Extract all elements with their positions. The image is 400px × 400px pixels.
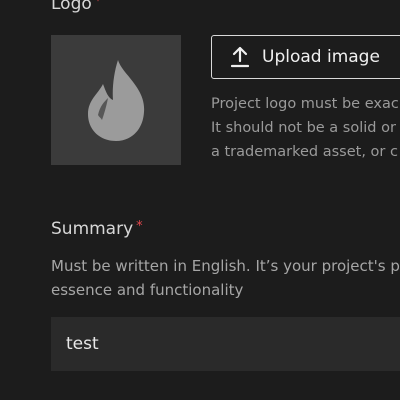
summary-input[interactable] [51,317,400,371]
summary-help-line: essence and functionality [51,281,244,299]
required-asterisk: * [136,219,143,234]
summary-label-text: Summary [51,219,134,239]
upload-image-label: Upload image [262,47,380,67]
summary-help-text: Must be written in English. It’s your pr… [51,254,400,302]
upload-icon [231,46,249,68]
summary-field-label: Summary * [51,219,143,239]
logo-help-line: It should not be a solid or [211,120,396,136]
logo-preview [51,35,181,165]
logo-help-line: a trademarked asset, or c [211,144,398,160]
logo-label-text: Logo [51,0,92,14]
project-settings-form: Logo * Upload image Project logo must be … [0,0,400,400]
logo-help-line: Project logo must be exac [211,96,399,112]
required-asterisk: * [94,0,102,9]
logo-field-label: Logo * [51,0,101,14]
upload-image-button[interactable]: Upload image [211,35,400,79]
summary-help-line: Must be written in English. It’s your pr… [51,257,400,275]
flame-icon [88,60,145,141]
logo-help-text: Project logo must be exac It should not … [211,92,400,164]
